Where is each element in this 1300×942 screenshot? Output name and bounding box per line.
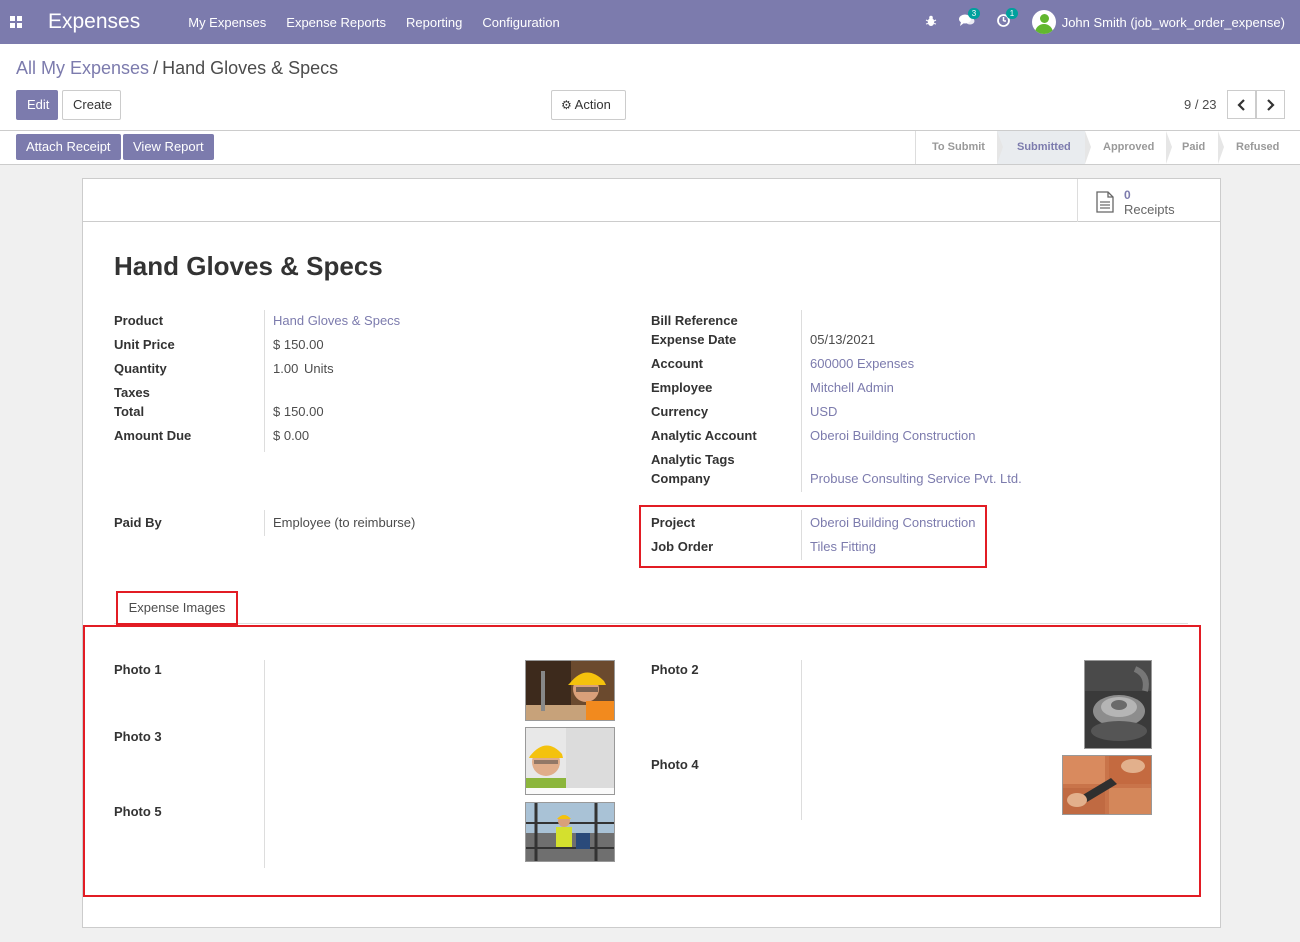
account-label: Account (651, 356, 703, 371)
amount-due-value: $ 0.00 (273, 428, 310, 443)
menu-my-expenses[interactable]: My Expenses (188, 15, 266, 30)
document-icon (1096, 191, 1114, 213)
action-button[interactable]: ⚙ Action (551, 90, 626, 120)
receipts-smart-button[interactable]: 0 Receipts (1077, 179, 1220, 222)
company-label: Company (651, 471, 711, 486)
expense-date-label: Expense Date (651, 332, 737, 347)
employee-label: Employee (651, 380, 713, 395)
quantity-label: Quantity (114, 361, 167, 376)
total-label: Total (114, 404, 145, 419)
product-value[interactable]: Hand Gloves & Specs (273, 313, 400, 328)
quantity-uom: Units (304, 361, 334, 376)
statusbar-row: Attach Receipt View Report To Submit Sub… (0, 131, 1300, 165)
breadcrumb-separator: / (153, 58, 159, 78)
button-box: 0 Receipts (83, 179, 1220, 222)
photo-3-image[interactable] (525, 727, 615, 795)
taxes-label: Taxes (114, 385, 150, 400)
notebook-tab-line (114, 623, 1188, 624)
user-menu[interactable]: John Smith (job_work_order_expense) (1062, 15, 1285, 30)
project-label: Project (651, 515, 696, 530)
breadcrumb-parent[interactable]: All My Expenses (16, 58, 149, 78)
form-sheet: 0 Receipts Hand Gloves & Specs Product H… (82, 178, 1221, 928)
user-avatar[interactable] (1031, 10, 1056, 34)
activities-clock-icon[interactable]: 1 (996, 8, 1019, 30)
photo-4-image[interactable] (1062, 755, 1152, 815)
messages-icon[interactable]: 3 (958, 8, 981, 30)
expense-date-value: 05/13/2021 (810, 332, 876, 347)
activities-count-badge: 1 (1005, 8, 1019, 19)
analytic-tags-label: Analytic Tags (651, 452, 735, 467)
top-navbar: Expenses My Expenses Expense Reports Rep… (0, 0, 1300, 44)
menu-reporting[interactable]: Reporting (406, 15, 462, 30)
total-value: $ 150.00 (273, 404, 324, 419)
gear-icon: ⚙ (561, 98, 572, 112)
systray: 3 1 John Smith (job_work_order_expense) (925, 0, 1300, 44)
photo-2-label: Photo 2 (651, 662, 699, 677)
view-report-button[interactable]: View Report (123, 134, 214, 160)
photos-left-divider (264, 660, 265, 868)
amount-due-label: Amount Due (114, 428, 192, 443)
photo-5-label: Photo 5 (114, 804, 162, 819)
attach-receipt-button[interactable]: Attach Receipt (16, 134, 121, 160)
photo-5-image[interactable] (525, 802, 615, 862)
project-divider (801, 510, 802, 560)
debug-bug-icon[interactable] (925, 15, 937, 30)
paid-by-value[interactable]: Employee (to reimburse) (273, 515, 415, 530)
currency-value[interactable]: USD (810, 404, 837, 419)
quantity-value: 1.00 (273, 361, 299, 376)
messages-count-badge: 3 (967, 8, 981, 19)
stage-approved[interactable]: Approved (1085, 131, 1172, 164)
receipts-label: Receipts (1124, 202, 1175, 217)
tab-expense-images[interactable]: Expense Images (116, 591, 238, 625)
stage-to-submit[interactable]: To Submit (916, 131, 1003, 164)
analytic-account-label: Analytic Account (651, 428, 757, 443)
job-order-label: Job Order (651, 539, 714, 554)
photo-4-label: Photo 4 (651, 757, 699, 772)
chevron-right-icon (1267, 98, 1275, 111)
pager-value[interactable]: 9 / 23 (1184, 97, 1217, 112)
app-title[interactable]: Expenses (48, 10, 140, 34)
photo-1-image[interactable] (525, 660, 615, 721)
stage-paid[interactable]: Paid (1166, 131, 1224, 164)
menu-expense-reports[interactable]: Expense Reports (286, 15, 386, 30)
status-stages: To Submit Submitted Approved Paid Refuse… (915, 131, 1300, 164)
photo-3-label: Photo 3 (114, 729, 162, 744)
stage-submitted[interactable]: Submitted (997, 131, 1091, 164)
chevron-left-icon (1237, 98, 1245, 111)
product-label: Product (114, 313, 164, 328)
company-value[interactable]: Probuse Consulting Service Pvt. Ltd. (810, 471, 1022, 486)
left-group-divider (264, 310, 265, 452)
unit-price-value: $ 150.00 (273, 337, 324, 352)
right-group-divider (801, 310, 802, 492)
paid-by-divider (264, 510, 265, 536)
control-panel: All My Expenses / Hand Gloves & Specs Edit… (0, 44, 1300, 131)
stage-refused[interactable]: Refused (1218, 131, 1300, 164)
apps-menu-icon[interactable] (10, 16, 22, 28)
expense-images-highlight (83, 625, 1201, 897)
receipts-count: 0 (1124, 188, 1131, 202)
photo-2-image[interactable] (1084, 660, 1152, 749)
unit-price-label: Unit Price (114, 337, 175, 352)
menu-configuration[interactable]: Configuration (482, 15, 559, 30)
photo-1-label: Photo 1 (114, 662, 162, 677)
edit-button[interactable]: Edit (16, 90, 58, 120)
currency-label: Currency (651, 404, 709, 419)
bill-reference-label: Bill Reference (651, 313, 738, 328)
breadcrumb: All My Expenses / Hand Gloves & Specs (16, 58, 338, 79)
project-value[interactable]: Oberoi Building Construction (810, 515, 975, 530)
employee-value[interactable]: Mitchell Admin (810, 380, 894, 395)
job-order-value[interactable]: Tiles Fitting (810, 539, 876, 554)
pager-previous-button[interactable] (1227, 90, 1256, 119)
breadcrumb-current: Hand Gloves & Specs (162, 58, 339, 78)
paid-by-label: Paid By (114, 515, 162, 530)
create-button[interactable]: Create (62, 90, 121, 120)
pager-next-button[interactable] (1256, 90, 1285, 119)
photos-right-divider (801, 660, 802, 820)
main-menu: My Expenses Expense Reports Reporting Co… (188, 15, 579, 30)
analytic-account-value[interactable]: Oberoi Building Construction (810, 428, 975, 443)
account-value[interactable]: 600000 Expenses (810, 356, 914, 371)
action-label: Action (574, 97, 611, 112)
record-title: Hand Gloves & Specs (114, 251, 383, 281)
